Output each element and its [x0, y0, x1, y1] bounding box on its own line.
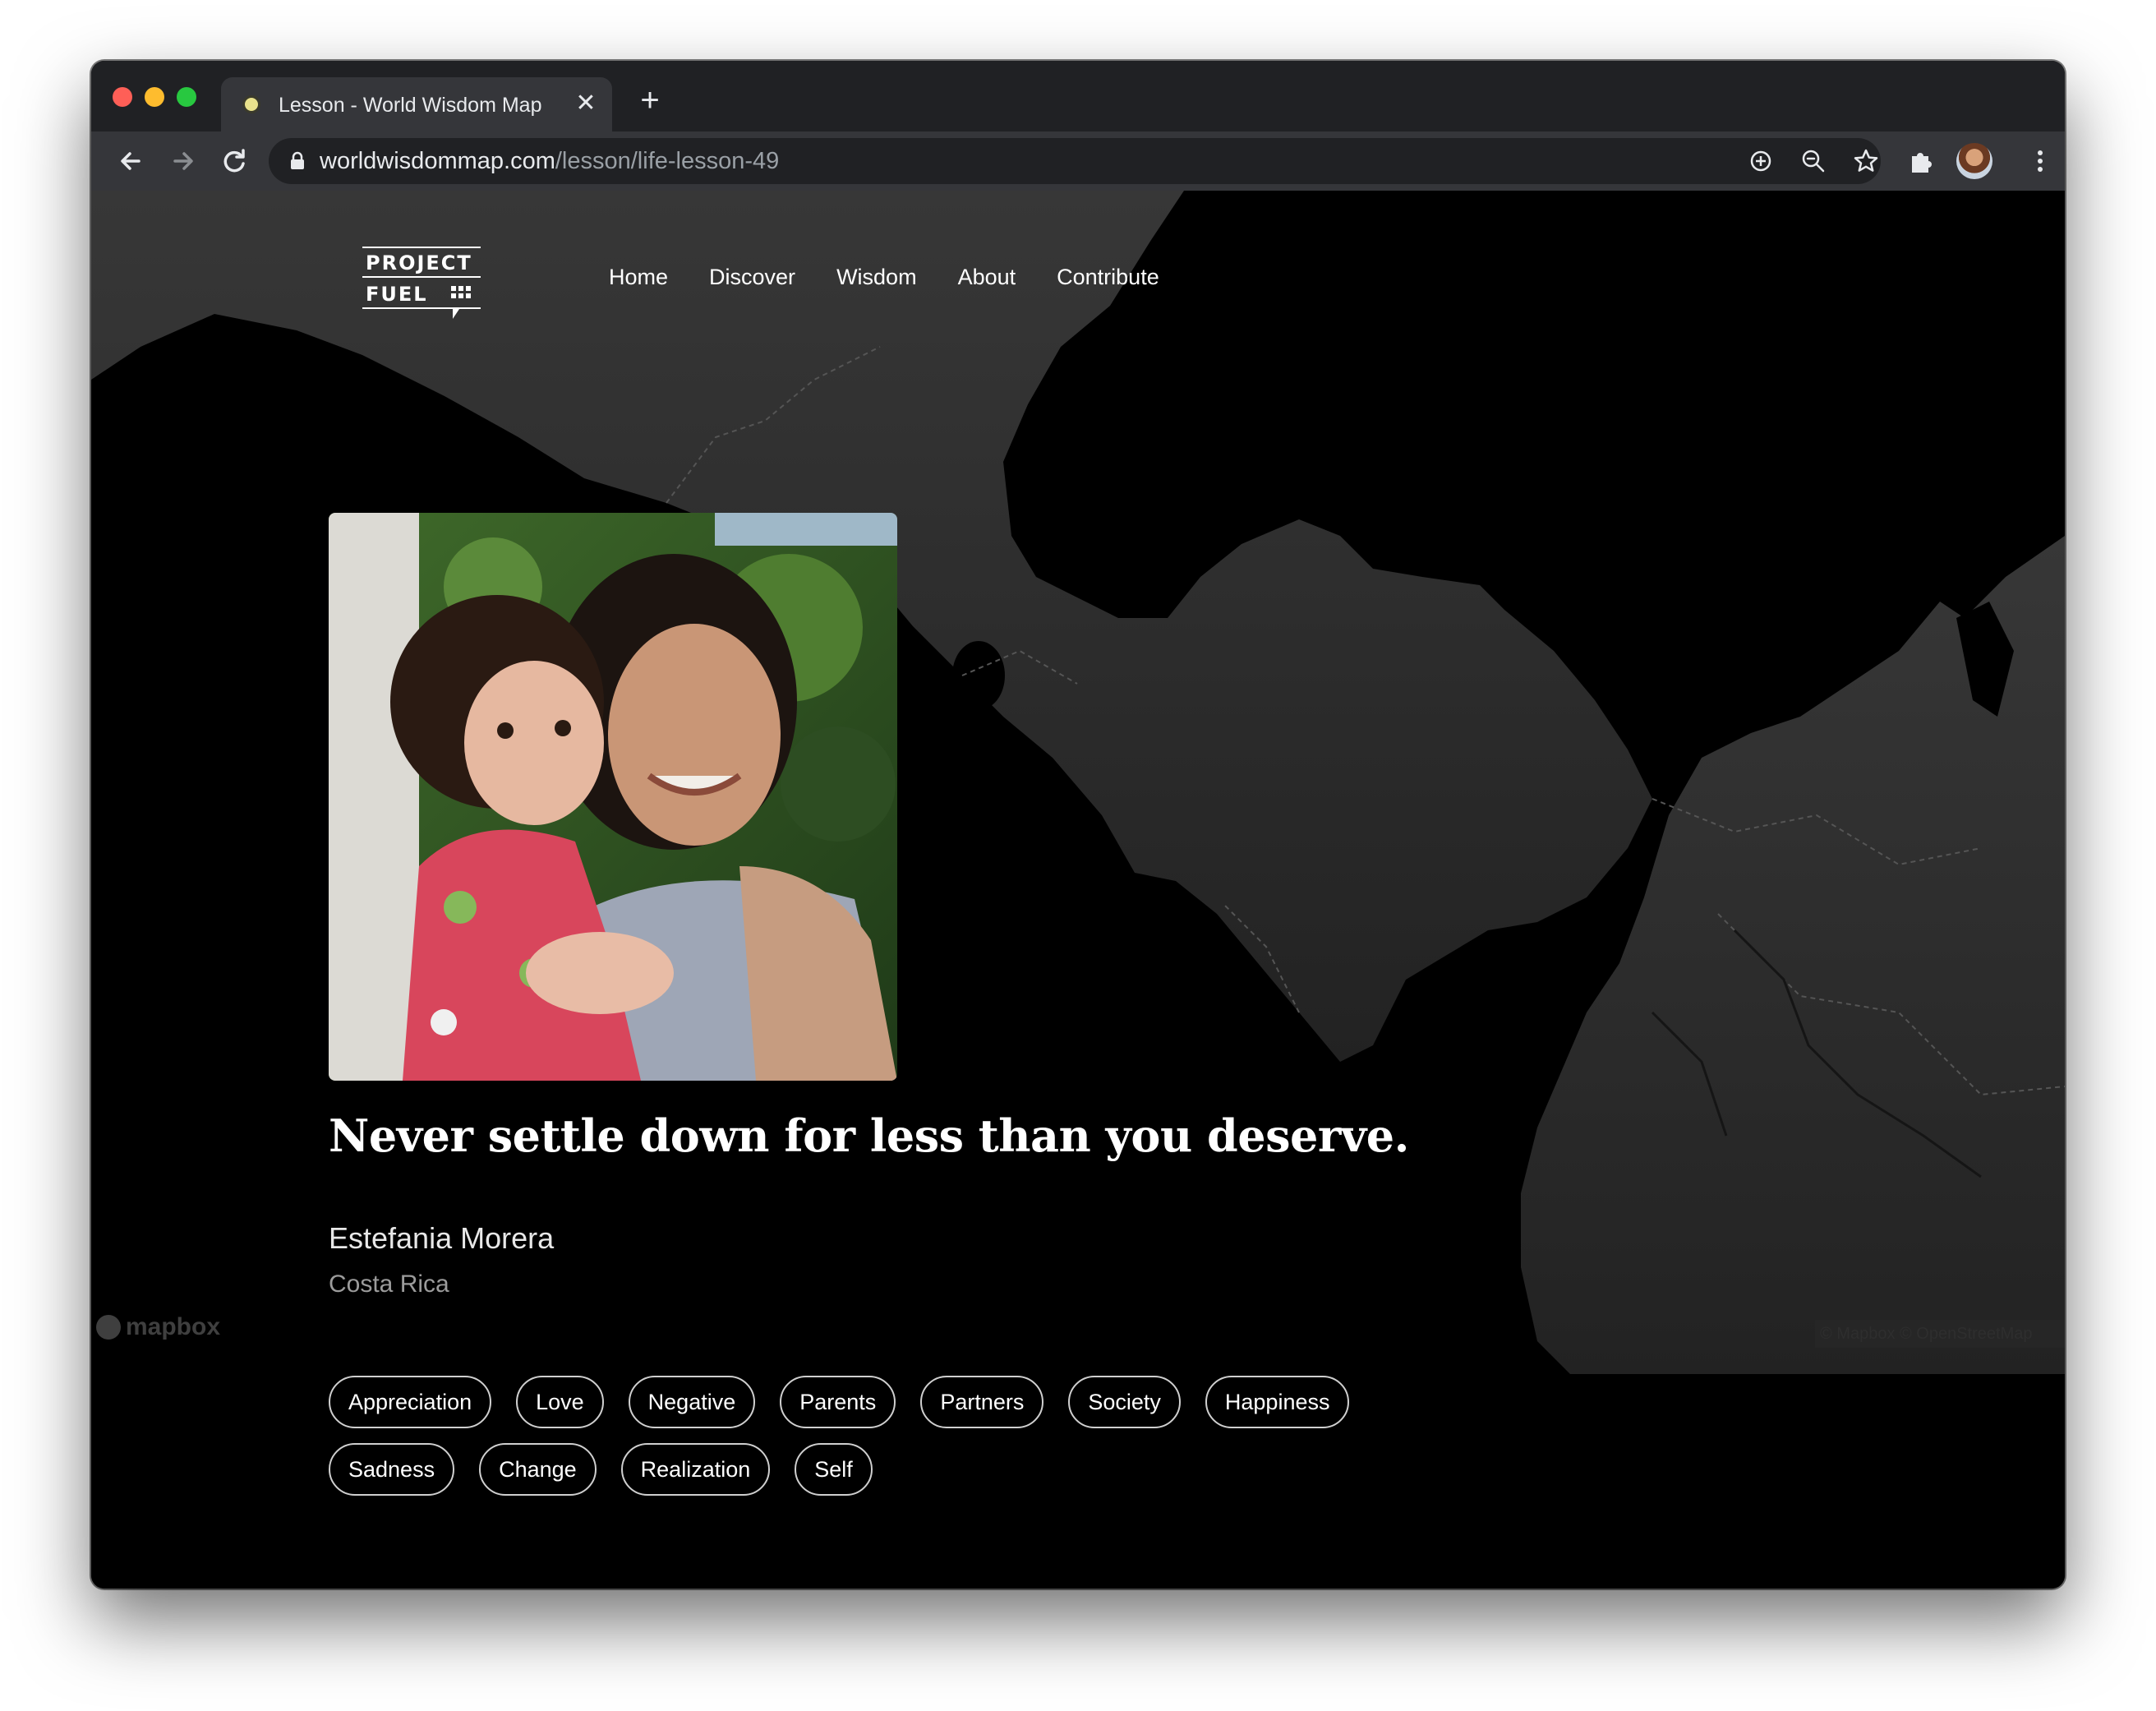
zoom-out-icon[interactable] — [1800, 148, 1827, 174]
mapbox-wordmark: mapbox — [126, 1313, 221, 1340]
browser-toolbar: worldwisdommap.com/lesson/life-lesson-49 — [91, 131, 2065, 191]
tag-negative[interactable]: Negative — [628, 1376, 756, 1428]
svg-text:FUEL: FUEL — [366, 283, 428, 306]
map-attribution[interactable]: © Mapbox © OpenStreetMap — [1815, 1320, 2065, 1348]
tag-society[interactable]: Society — [1068, 1376, 1181, 1428]
nav-contribute[interactable]: Contribute — [1057, 265, 1159, 290]
window-minimize-button[interactable] — [145, 87, 164, 107]
mapbox-icon — [96, 1315, 121, 1340]
tag-love[interactable]: Love — [516, 1376, 604, 1428]
kebab-menu-icon[interactable] — [2025, 146, 2055, 176]
author-country: Costa Rica — [329, 1271, 449, 1298]
tag-change[interactable]: Change — [479, 1443, 597, 1496]
nav-discover[interactable]: Discover — [709, 265, 795, 290]
svg-text:PROJECT: PROJECT — [366, 251, 472, 274]
tag-realization[interactable]: Realization — [620, 1443, 771, 1496]
url-text: worldwisdommap.com/lesson/life-lesson-49 — [320, 148, 780, 174]
lesson-quote: Never settle down for less than you dese… — [329, 1109, 1409, 1162]
tag-happiness[interactable]: Happiness — [1205, 1376, 1350, 1428]
install-icon[interactable] — [1748, 148, 1774, 174]
tag-list: Appreciation Love Negative Parents Partn… — [329, 1376, 1479, 1510]
tab-close-icon[interactable]: ✕ — [571, 89, 601, 118]
tag-row-1: Appreciation Love Negative Parents Partn… — [329, 1376, 1479, 1428]
new-tab-button[interactable]: + — [633, 84, 666, 118]
nav-wisdom[interactable]: Wisdom — [836, 265, 917, 290]
tag-row-2: Sadness Change Realization Self — [329, 1443, 1479, 1496]
nav-about[interactable]: About — [958, 265, 1016, 290]
lesson-photo — [329, 513, 897, 1081]
tag-partners[interactable]: Partners — [920, 1376, 1044, 1428]
browser-tab[interactable]: Lesson - World Wisdom Map ✕ — [221, 77, 612, 131]
puzzle-icon[interactable] — [1907, 146, 1937, 176]
reload-icon — [223, 149, 245, 173]
tab-title: Lesson - World Wisdom Map — [279, 94, 542, 117]
page-viewport: PROJECT FUEL Home Discover Wisdom About … — [91, 191, 2065, 1589]
nav-home[interactable]: Home — [609, 265, 668, 290]
arrow-left-icon — [121, 152, 141, 170]
mapbox-logo[interactable]: mapbox — [96, 1313, 220, 1341]
back-button[interactable] — [113, 143, 149, 179]
main-nav: Home Discover Wisdom About Contribute — [609, 265, 1200, 290]
reload-button[interactable] — [216, 143, 252, 179]
author-name: Estefania Morera — [329, 1221, 555, 1255]
tag-appreciation[interactable]: Appreciation — [329, 1376, 492, 1428]
lock-icon — [291, 151, 304, 169]
window-close-button[interactable] — [113, 87, 132, 107]
browser-window: Lesson - World Wisdom Map ✕ + worldwisdo… — [91, 61, 2065, 1589]
title-bar: Lesson - World Wisdom Map ✕ + — [91, 61, 2065, 131]
favicon-icon — [242, 95, 260, 113]
project-fuel-logo[interactable]: PROJECT FUEL — [361, 243, 482, 322]
tag-parents[interactable]: Parents — [780, 1376, 896, 1428]
forward-button[interactable] — [165, 143, 201, 179]
tag-self[interactable]: Self — [795, 1443, 873, 1496]
arrow-right-icon — [173, 152, 193, 170]
address-bar[interactable]: worldwisdommap.com/lesson/life-lesson-49 — [269, 138, 1881, 184]
profile-avatar[interactable] — [1956, 143, 1992, 179]
star-icon[interactable] — [1853, 148, 1879, 174]
tag-sadness[interactable]: Sadness — [329, 1443, 455, 1496]
window-maximize-button[interactable] — [177, 87, 196, 107]
